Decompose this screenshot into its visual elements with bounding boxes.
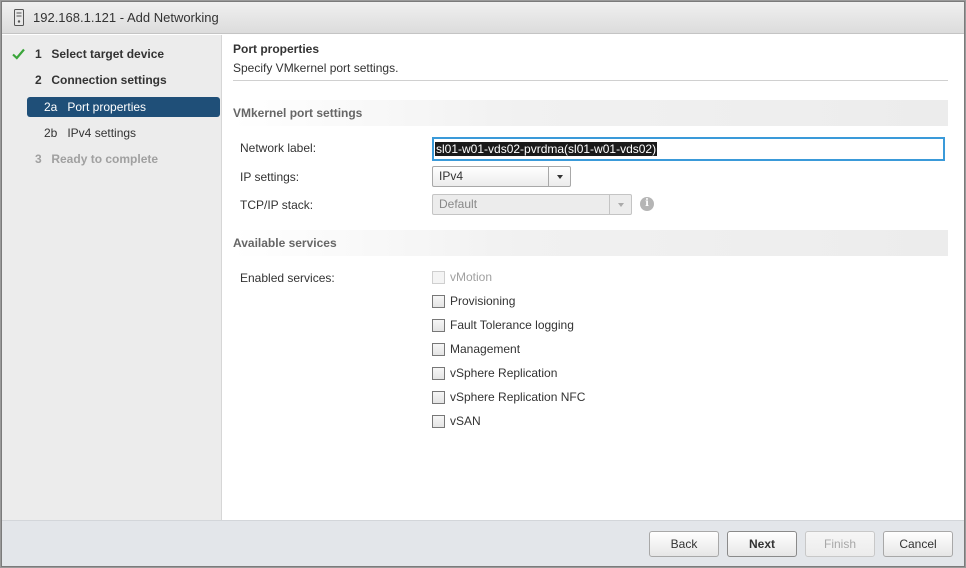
vsphere-replication-checkbox[interactable]: [432, 367, 445, 380]
chevron-down-icon: [618, 203, 624, 207]
ip-settings-label: IP settings:: [240, 170, 300, 184]
divider: [233, 80, 948, 81]
server-host-icon: [14, 9, 24, 26]
vmotion-checkbox: [432, 271, 445, 284]
fault-tolerance-logging-checkbox[interactable]: [432, 319, 445, 332]
step-port-properties[interactable]: 2a Port properties: [27, 97, 220, 117]
step-ipv4-settings[interactable]: 2b IPv4 settings: [44, 123, 136, 143]
available-services-header: Available services: [233, 230, 948, 256]
dropdown-toggle[interactable]: [548, 167, 570, 186]
tcpip-stack-value: Default: [439, 197, 478, 211]
wizard-content: Port properties Specify VMkernel port se…: [223, 35, 964, 520]
page-subtitle: Specify VMkernel port settings.: [233, 61, 399, 75]
info-icon[interactable]: i: [640, 197, 654, 211]
tcpip-stack-dropdown: Default: [432, 194, 632, 215]
vsan-checkbox[interactable]: [432, 415, 445, 428]
ip-settings-value: IPv4: [439, 169, 464, 183]
network-label-value: sl01-w01-vds02-pvrdma(sl01-w01-vds02): [435, 142, 658, 156]
management-checkbox[interactable]: [432, 343, 445, 356]
tcpip-stack-label: TCP/IP stack:: [240, 198, 314, 212]
enabled-services-label: Enabled services:: [240, 271, 335, 285]
dropdown-toggle: [609, 195, 631, 214]
provisioning-checkbox[interactable]: [432, 295, 445, 308]
finish-button: Finish: [805, 531, 875, 557]
step-ready-to-complete: 3 Ready to complete: [35, 152, 159, 166]
step-select-target-device[interactable]: 1 Select target device: [35, 44, 164, 64]
vsphere-replication-nfc-checkbox[interactable]: [432, 391, 445, 404]
ip-settings-dropdown[interactable]: IPv4: [432, 166, 571, 187]
add-networking-dialog: 192.168.1.121 - Add Networking 1 Select …: [1, 1, 965, 567]
network-label-input[interactable]: sl01-w01-vds02-pvrdma(sl01-w01-vds02): [432, 137, 945, 161]
title-bar: 192.168.1.121 - Add Networking: [2, 2, 964, 34]
wizard-footer: Back Next Finish Cancel: [2, 520, 964, 566]
dialog-title: 192.168.1.121 - Add Networking: [33, 10, 219, 25]
back-button[interactable]: Back: [649, 531, 719, 557]
wizard-steps-sidebar: 1 Select target device 2 Connection sett…: [2, 35, 222, 520]
vmkernel-port-settings-header: VMkernel port settings: [233, 100, 948, 126]
cancel-button[interactable]: Cancel: [883, 531, 953, 557]
page-title: Port properties: [233, 42, 320, 56]
network-label-label: Network label:: [240, 141, 317, 155]
step-connection-settings[interactable]: 2 Connection settings: [35, 70, 167, 90]
chevron-down-icon: [557, 175, 563, 179]
next-button[interactable]: Next: [727, 531, 797, 557]
checkmark-icon: [12, 48, 25, 60]
